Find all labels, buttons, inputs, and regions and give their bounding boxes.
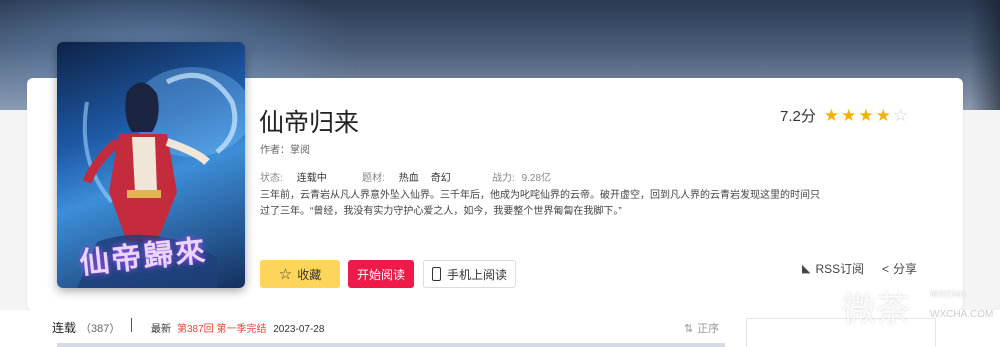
- watermark-url: WXCHA.COM: [930, 309, 994, 320]
- share-icon: <: [882, 261, 890, 276]
- share-link[interactable]: < 分享: [882, 260, 917, 277]
- phone-icon: [431, 267, 441, 281]
- comic-cover[interactable]: 仙帝歸來: [57, 42, 245, 288]
- status-value: 连载中: [296, 173, 327, 184]
- rating-score: 7.2分: [780, 108, 816, 125]
- watermark-sub: WXCHA: [930, 289, 966, 299]
- divider: [131, 318, 132, 332]
- latest-date: 2023-07-28: [273, 324, 325, 335]
- star-icon: ★: [875, 106, 891, 125]
- power-value: 9.28亿: [521, 173, 552, 184]
- star-icon: ★: [823, 106, 840, 125]
- latest-chapter-info: 最新 第387回 第一季完结 2023-07-28: [151, 320, 324, 335]
- power-label: 战力:: [492, 173, 515, 184]
- star-icon: ★: [858, 106, 874, 125]
- watermark-logo: 微茶: [842, 290, 910, 330]
- rss-label: RSS订阅: [815, 262, 865, 276]
- star-icon: ★: [841, 106, 857, 125]
- start-reading-label: 开始阅读: [356, 267, 405, 282]
- info-row: 状态: 连载中 题材: 热血 奇幻 战力: 9.28亿: [260, 169, 551, 184]
- comic-title: 仙帝归来: [259, 109, 360, 137]
- genre-tag[interactable]: 热血: [399, 173, 419, 184]
- mobile-reading-button[interactable]: 手机上阅读: [423, 260, 516, 288]
- star-outline-icon: ☆: [278, 266, 293, 283]
- rss-subscribe-link[interactable]: ◣ RSS订阅: [802, 260, 864, 277]
- tab-serial[interactable]: 连载 （387）: [52, 319, 120, 336]
- signal-icon: ◣: [802, 263, 811, 275]
- latest-label: 最新: [151, 324, 171, 335]
- latest-chapter-link[interactable]: 第387回 第一季完结: [177, 324, 266, 335]
- chapter-count: （387）: [80, 323, 121, 335]
- favorite-label: 收藏: [297, 267, 322, 282]
- chapter-list-edge: [57, 343, 725, 347]
- share-label: 分享: [893, 262, 918, 276]
- star-outline-icon: ☆: [892, 106, 909, 125]
- comic-description: 三年前，云青岩从凡人界意外坠入仙界。三千年后，他成为叱咤仙界的云帝。破开虚空，回…: [260, 190, 820, 217]
- genre-label: 题材:: [362, 173, 385, 184]
- sort-icon: ⇅: [684, 322, 694, 335]
- sort-label: 正序: [697, 323, 720, 335]
- mobile-reading-label: 手机上阅读: [446, 267, 507, 282]
- start-reading-button[interactable]: 开始阅读: [348, 260, 414, 288]
- tab-serial-label: 连载: [52, 321, 77, 335]
- status-label: 状态:: [260, 173, 283, 184]
- author-link[interactable]: 掌阅: [290, 145, 310, 156]
- genre-tag[interactable]: 奇幻: [431, 173, 451, 184]
- author-row: 作者：掌阅: [260, 141, 310, 156]
- sort-toggle[interactable]: ⇅ 正序: [684, 320, 719, 336]
- favorite-button[interactable]: ☆ 收藏: [260, 260, 340, 288]
- rating: 7.2分 ★ ★ ★ ★ ☆: [780, 105, 910, 126]
- author-label: 作者：: [260, 145, 290, 156]
